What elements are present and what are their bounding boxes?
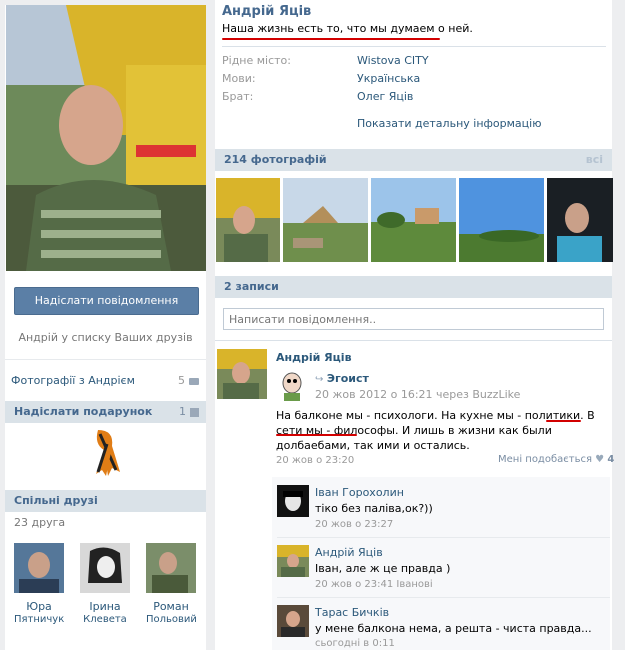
gift-icon bbox=[190, 408, 199, 417]
comment-avatar[interactable] bbox=[277, 485, 309, 517]
photo-thumb[interactable] bbox=[371, 178, 456, 262]
photos-with-count: 5 bbox=[178, 374, 199, 387]
divider bbox=[5, 359, 206, 360]
in-friends-label: Андрій у списку Ваших друзів bbox=[18, 331, 193, 344]
like-label: Мені подобається bbox=[498, 454, 592, 465]
divider bbox=[222, 46, 606, 47]
status-text[interactable]: Наша жизнь есть то, что мы думаем о ней. bbox=[222, 22, 473, 35]
comment-avatar[interactable] bbox=[277, 605, 309, 637]
friend-name[interactable]: Ірина Клевета bbox=[80, 600, 130, 626]
friend-first-name: Ірина bbox=[89, 600, 121, 613]
friend-first-name: Роман bbox=[153, 600, 189, 613]
show-details-link[interactable]: Показати детальну інформацію bbox=[357, 117, 541, 130]
gift-header-label: Надіслати подарунок bbox=[14, 405, 153, 418]
friend-first-name: Юра bbox=[26, 600, 52, 613]
info-label: Мови: bbox=[222, 72, 256, 85]
info-value[interactable]: Wistova CITY bbox=[357, 54, 429, 67]
divider bbox=[215, 340, 612, 341]
gift-ribbon-image[interactable] bbox=[86, 428, 126, 478]
common-friends-count: 23 друга bbox=[14, 516, 66, 529]
repost-meta: 20 жов 2012 о 16:21 через BuzzLike bbox=[315, 388, 521, 401]
friend-last-name: Польовий bbox=[146, 614, 197, 625]
common-friends-label: Спільні друзі bbox=[14, 494, 98, 507]
post-text: На балконе мы - психологи. На кухне мы -… bbox=[276, 409, 595, 452]
highlight-underline bbox=[546, 420, 581, 422]
divider bbox=[277, 597, 610, 598]
comment-meta: 20 жов о 23:27 bbox=[315, 519, 394, 530]
info-label: Брат: bbox=[222, 90, 254, 103]
comment-meta: 20 жов о 23:41 Іванові bbox=[315, 579, 433, 590]
comment-author[interactable]: Іван Горохолин bbox=[315, 486, 404, 499]
repost-avatar[interactable] bbox=[276, 369, 308, 401]
friend-name[interactable]: Роман Польовий bbox=[146, 600, 197, 626]
info-label: Рідне місто: bbox=[222, 54, 291, 67]
camera-icon bbox=[188, 377, 199, 385]
wall-header-label: 2 записи bbox=[224, 280, 279, 293]
highlight-underline bbox=[276, 434, 357, 436]
photos-with-count-value: 5 bbox=[178, 374, 185, 387]
comment-author[interactable]: Андрій Яців bbox=[315, 546, 383, 559]
wall-input-placeholder: Написати повідомлення.. bbox=[229, 313, 377, 326]
divider bbox=[277, 537, 610, 538]
comment-author[interactable]: Тарас Бичків bbox=[315, 606, 389, 619]
comment-meta: сьогодні в 0:11 bbox=[315, 638, 395, 649]
friend-avatar[interactable] bbox=[146, 543, 196, 593]
friend-avatar[interactable] bbox=[80, 543, 130, 593]
comment-text: тіко без паліва,ок?)) bbox=[315, 502, 433, 515]
photos-with-link[interactable]: Фотографії з Андрієм bbox=[11, 374, 135, 387]
photos-all-link[interactable]: всі bbox=[586, 149, 603, 171]
heart-icon: ♥ bbox=[595, 454, 605, 465]
like-count: 4 bbox=[607, 454, 615, 465]
post-author-name[interactable]: Андрій Яців bbox=[276, 351, 352, 364]
friend-last-name: Пятничук bbox=[14, 614, 65, 625]
photos-header-label: 214 фотографій bbox=[224, 153, 327, 166]
comment-text: у мене балкона нема, а решта - чиста пра… bbox=[315, 622, 592, 635]
photo-thumb[interactable] bbox=[216, 178, 280, 262]
status-underline bbox=[222, 38, 440, 40]
gift-header[interactable]: Надіслати подарунок 1 bbox=[5, 401, 206, 423]
comment-text: Іван, але ж це правда ) bbox=[315, 562, 451, 575]
send-message-button[interactable]: Надіслати повідомлення bbox=[14, 287, 199, 315]
repost-source[interactable]: ↪ Эгоист bbox=[315, 372, 369, 385]
photo-thumb[interactable] bbox=[283, 178, 368, 262]
friend-name[interactable]: Юра Пятничук bbox=[14, 600, 64, 626]
profile-photo[interactable] bbox=[6, 5, 206, 271]
info-value[interactable]: Українська bbox=[357, 72, 420, 85]
info-value[interactable]: Олег Яців bbox=[357, 90, 413, 103]
comment-avatar[interactable] bbox=[277, 545, 309, 577]
repost-arrow-icon: ↪ bbox=[315, 374, 324, 385]
friend-last-name: Клевета bbox=[83, 614, 127, 625]
gift-count: 1 bbox=[179, 405, 186, 418]
profile-name: Андрій Яців bbox=[222, 4, 312, 19]
wall-input[interactable]: Написати повідомлення.. bbox=[223, 308, 604, 330]
post-date[interactable]: 20 жов о 23:20 bbox=[276, 455, 354, 466]
like-button[interactable]: Мені подобається ♥ 4 bbox=[498, 454, 614, 465]
wall-header[interactable]: 2 записи bbox=[215, 276, 612, 298]
photos-header[interactable]: 214 фотографій всі bbox=[215, 149, 612, 171]
photo-thumb[interactable] bbox=[547, 178, 613, 262]
common-friends-header[interactable]: Спільні друзі bbox=[5, 490, 206, 512]
repost-source-name[interactable]: Эгоист bbox=[327, 372, 369, 385]
friend-avatar[interactable] bbox=[14, 543, 64, 593]
photo-thumb[interactable] bbox=[459, 178, 544, 262]
post-author-avatar[interactable] bbox=[217, 349, 267, 399]
